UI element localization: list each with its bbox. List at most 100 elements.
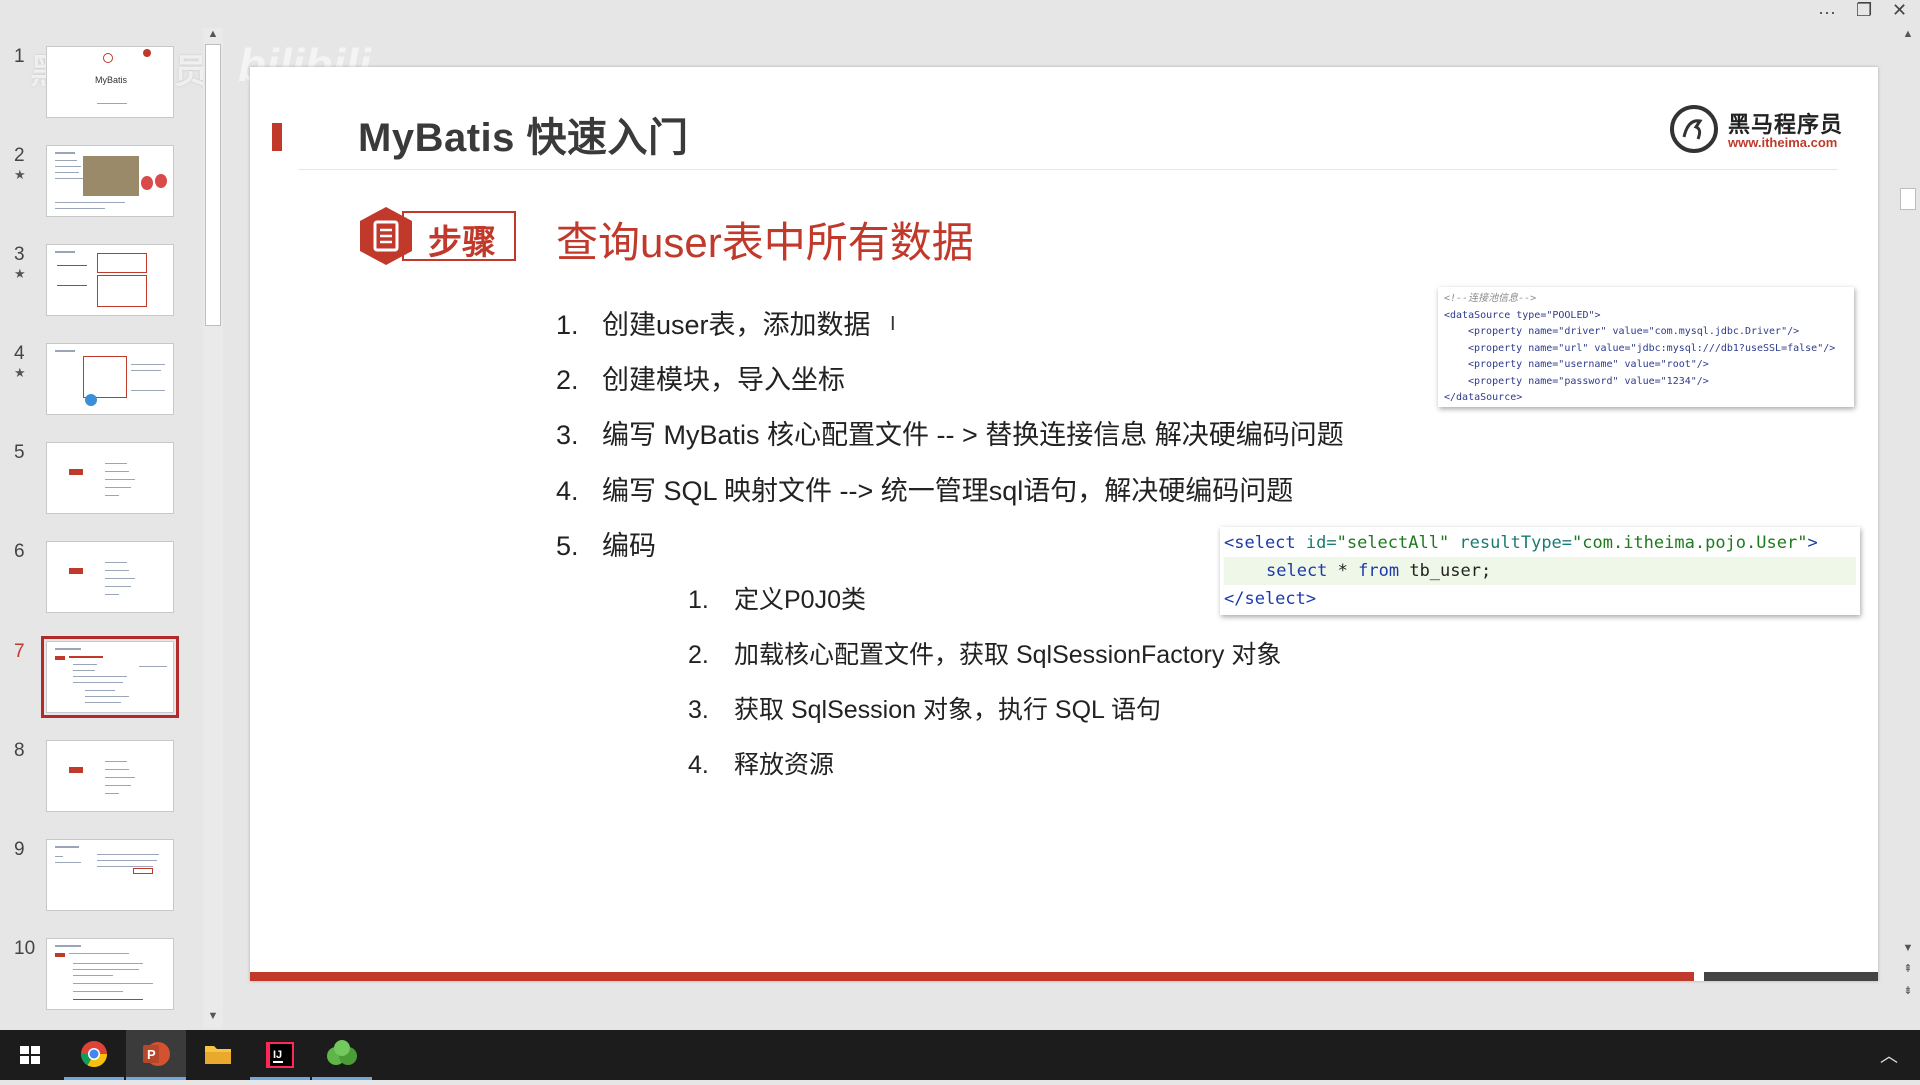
code-line: </select> (1224, 585, 1856, 613)
thumbnail-slide-7[interactable]: 7 (0, 636, 200, 721)
step-item[interactable]: 2. 创建模块，导入坐标 (556, 358, 845, 397)
code-line: <select id="selectAll" resultType="com.i… (1224, 529, 1856, 557)
scroll-down-icon[interactable]: ▼ (203, 1010, 223, 1022)
thumbnail-image[interactable] (46, 442, 174, 514)
start-icon[interactable] (0, 1030, 60, 1080)
thumbnail-scrollbar[interactable]: ▲ ▼ (203, 28, 223, 1028)
thumbnail-image[interactable] (46, 145, 174, 217)
step-text: 编码 (602, 531, 656, 561)
step-item[interactable]: 3. 编写 MyBatis 核心配置文件 -- > 替换连接信息 解决硬编码问题 (556, 413, 1344, 452)
logo-url: www.itheima.com (1728, 135, 1838, 150)
svg-text:P: P (147, 1047, 156, 1062)
thumbnail-image[interactable] (46, 740, 174, 812)
thumbnail-slide-4[interactable]: 4 ★ (0, 343, 200, 423)
thumbnail-image[interactable] (46, 244, 174, 316)
slide-scrollbar[interactable]: ▲ ▼ ⇞ ⇟ (1898, 28, 1918, 1028)
slide-canvas[interactable]: MyBatis 快速入门 黑马程序员 www.itheima.com 步骤 查询… (250, 67, 1878, 981)
green-app-icon[interactable] (312, 1030, 372, 1080)
thumbnail-image[interactable] (41, 636, 179, 718)
scrollbar-thumb[interactable] (205, 44, 221, 326)
scroll-up-icon[interactable]: ▲ (203, 28, 223, 40)
steps-label[interactable]: 步骤 (428, 215, 496, 264)
code-token: <select (1224, 533, 1296, 553)
code-line: <property name="url" value="jdbc:mysql:/… (1468, 342, 1836, 354)
intellij-icon[interactable]: IJ (250, 1030, 310, 1080)
more-options-icon[interactable]: ··· (1818, 2, 1836, 23)
code-line: <property name="driver" value="com.mysql… (1468, 326, 1800, 337)
code-line: </dataSource> (1444, 392, 1523, 403)
sub-step-item[interactable]: 2. 加载核心配置文件，获取 SqlSessionFactory 对象 (688, 635, 1281, 671)
sub-step-item[interactable]: 4. 释放资源 (688, 745, 834, 781)
sub-step-number: 2. (688, 641, 709, 669)
thumbnail-slide-3[interactable]: 3 ★ (0, 244, 200, 324)
code-comment: <!--连接池信息--> (1444, 293, 1537, 304)
sub-step-item[interactable]: 1. 定义P0J0类 (688, 580, 866, 616)
code-line: <dataSource type="POOLED"> (1444, 309, 1601, 321)
sub-step-number: 1. (688, 586, 709, 614)
thumbnail-title: MyBatis (95, 75, 128, 85)
slide-title[interactable]: MyBatis 快速入门 (358, 105, 689, 163)
code-token: > (1807, 533, 1818, 553)
sub-step-item[interactable]: 3. 获取 SqlSession 对象，执行 SQL 语句 (688, 690, 1161, 726)
thumbnail-image[interactable] (46, 541, 174, 613)
animation-star-icon: ★ (14, 365, 26, 380)
code-token: </select> (1224, 589, 1317, 609)
thumbnail-image[interactable] (46, 839, 174, 911)
code-token: select (1266, 561, 1328, 581)
scroll-up-icon[interactable]: ▲ (1898, 28, 1918, 40)
step-number: 2. (556, 365, 579, 395)
thumbnail-number: 8 (14, 740, 25, 761)
chrome-icon[interactable] (64, 1030, 124, 1080)
thumbnail-image[interactable] (46, 938, 174, 1010)
previous-slide-icon[interactable]: ⇞ (1898, 962, 1918, 975)
step-text: 编写 SQL 映射文件 --> 统一管理sql语句，解决硬编码问题 (602, 476, 1294, 506)
step-text: 编写 MyBatis 核心配置文件 -- > 替换连接信息 解决硬编码问题 (602, 420, 1344, 450)
animation-star-icon: ★ (14, 167, 26, 182)
step-text: 创建模块，导入坐标 (602, 365, 845, 395)
thumbnail-slide-6[interactable]: 6 (0, 541, 200, 621)
step-item[interactable]: 4. 编写 SQL 映射文件 --> 统一管理sql语句，解决硬编码问题 (556, 469, 1293, 508)
code-token: tb_user; (1399, 561, 1492, 581)
step-number: 1. (556, 310, 579, 340)
sub-step-text: 加载核心配置文件，获取 SqlSessionFactory 对象 (734, 641, 1282, 669)
scrollbar-thumb[interactable] (1900, 188, 1916, 210)
tray-expand-icon[interactable]: ︿ (1880, 1042, 1898, 1068)
sub-step-text: 获取 SqlSession 对象，执行 SQL 语句 (734, 696, 1161, 724)
sub-step-number: 4. (688, 751, 709, 779)
thumbnail-number: 2 (14, 145, 25, 166)
code-token: "com.itheima.pojo.User" (1572, 533, 1808, 553)
slide-heading[interactable]: 查询user表中所有数据 (556, 209, 974, 270)
sub-step-text: 定义P0J0类 (734, 586, 866, 614)
datasource-code-snippet[interactable]: <!--连接池信息--> <dataSource type="POOLED"> … (1438, 287, 1854, 407)
code-line: <property name="username" value="root"/> (1468, 359, 1709, 370)
windows-taskbar: P IJ ︿ (0, 1030, 1920, 1080)
thumbnail-slide-5[interactable]: 5 (0, 442, 200, 522)
thumbnail-number: 3 (14, 244, 25, 265)
thumbnail-image[interactable]: MyBatis (46, 46, 174, 118)
thumbnail-number: 5 (14, 442, 25, 463)
thumbnail-slide-2[interactable]: 2 ★ (0, 145, 200, 225)
footer-red-bar (250, 972, 1694, 981)
thumbnail-slide-9[interactable]: 9 (0, 839, 200, 919)
thumbnail-number: 10 (14, 938, 36, 959)
next-slide-icon[interactable]: ⇟ (1898, 984, 1918, 997)
sub-step-number: 3. (688, 696, 709, 724)
restore-window-icon[interactable]: ❐ (1856, 0, 1872, 21)
step-item[interactable]: 1. 创建user表，添加数据 (556, 303, 871, 342)
close-window-icon[interactable]: ✕ (1892, 0, 1907, 21)
file-explorer-icon[interactable] (188, 1030, 248, 1080)
thumbnail-slide-10[interactable]: 10 (0, 938, 200, 1018)
code-token: "selectAll" (1336, 533, 1450, 553)
thumbnail-slide-1[interactable]: 1 MyBatis (0, 46, 200, 126)
thumbnail-image[interactable] (46, 343, 174, 415)
scroll-down-icon[interactable]: ▼ (1898, 942, 1918, 954)
title-divider (298, 169, 1838, 170)
thumbnail-slide-8[interactable]: 8 (0, 740, 200, 820)
footer-dark-bar (1704, 972, 1878, 981)
code-token: id= (1295, 533, 1337, 553)
select-code-snippet[interactable]: <select id="selectAll" resultType="com.i… (1220, 527, 1860, 615)
step-item[interactable]: 5. 编码 (556, 524, 656, 563)
thumbnail-number: 7 (14, 641, 25, 662)
powerpoint-icon[interactable]: P (126, 1030, 186, 1080)
itheima-logo: 黑马程序员 www.itheima.com (1670, 105, 1850, 161)
